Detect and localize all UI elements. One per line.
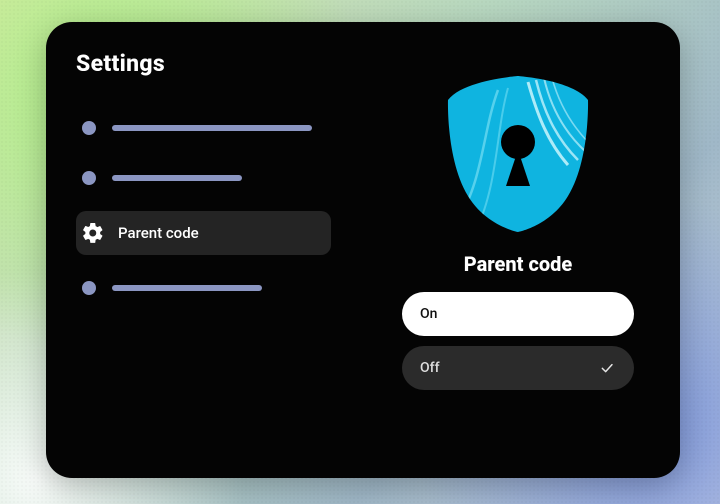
menu-item-label: Parent code <box>118 224 199 242</box>
menu-item-parent-code[interactable]: Parent code <box>76 211 331 255</box>
bullet-icon <box>82 171 96 185</box>
option-label: On <box>420 306 437 322</box>
placeholder-line <box>112 125 312 131</box>
bullet-icon <box>82 281 96 295</box>
detail-title: Parent code <box>464 252 572 276</box>
check-icon <box>598 359 616 377</box>
shield-lock-icon <box>428 70 608 238</box>
gear-icon <box>80 220 106 246</box>
bullet-icon <box>82 121 96 135</box>
menu-item-placeholder[interactable] <box>76 271 386 305</box>
detail-pane: Parent code On Off <box>386 50 650 450</box>
option-on[interactable]: On <box>402 292 634 336</box>
menu-item-placeholder[interactable] <box>76 161 386 195</box>
settings-menu: Parent code <box>76 111 386 305</box>
app-background: Settings Parent code <box>0 0 720 504</box>
option-label: Off <box>420 360 440 376</box>
placeholder-line <box>112 175 242 181</box>
page-title: Settings <box>76 50 386 77</box>
placeholder-line <box>112 285 262 291</box>
option-off[interactable]: Off <box>402 346 634 390</box>
settings-panel: Settings Parent code <box>46 22 680 478</box>
option-group: On Off <box>402 292 634 390</box>
menu-item-placeholder[interactable] <box>76 111 386 145</box>
settings-sidebar: Settings Parent code <box>76 50 386 450</box>
